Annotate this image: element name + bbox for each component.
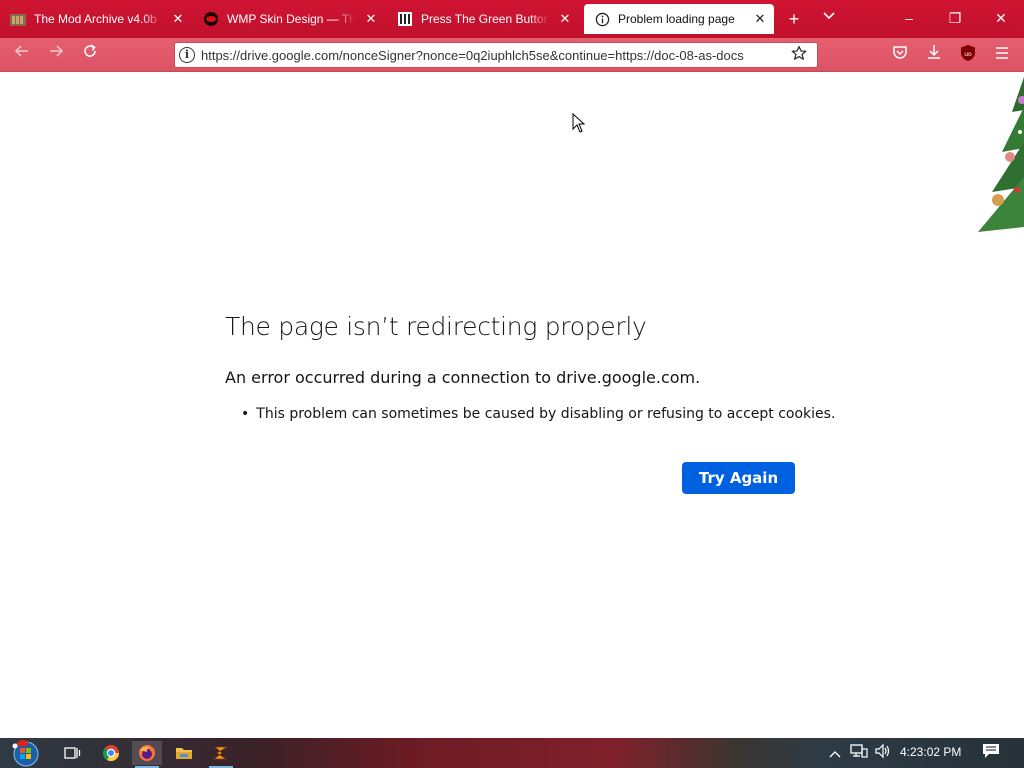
chevron-up-icon — [829, 751, 841, 758]
file-explorer-taskbar-button[interactable] — [169, 741, 199, 765]
tab-title: WMP Skin Design — The S — [227, 12, 355, 26]
ublock-button[interactable]: uo — [957, 44, 979, 66]
firefox-taskbar-button[interactable] — [132, 741, 162, 768]
reload-icon — [84, 44, 96, 57]
taskbar-clock[interactable]: 4:23:02 PM — [900, 745, 961, 759]
info-icon — [594, 11, 610, 27]
close-tab-icon[interactable]: ✕ — [170, 11, 186, 27]
error-page: The page isn’t redirecting properly An e… — [0, 72, 1024, 738]
chrome-taskbar-button[interactable] — [96, 741, 126, 765]
tab-green-button[interactable]: Press The Green Button Sc ✕ — [387, 4, 579, 34]
windows-taskbar: 4:23:02 PM — [0, 738, 1024, 768]
list-all-tabs-button[interactable] — [818, 8, 840, 30]
close-window-button[interactable]: ✕ — [978, 0, 1024, 36]
tab-title: Problem loading page — [618, 12, 735, 26]
minimize-button[interactable]: – — [886, 0, 932, 36]
task-view-button[interactable] — [57, 741, 87, 765]
back-arrow-icon — [14, 45, 28, 57]
reload-button[interactable] — [78, 43, 102, 67]
error-hint-item: This problem can sometimes be caused by … — [241, 406, 835, 422]
svg-text:uo: uo — [964, 51, 972, 58]
firefox-icon — [139, 745, 155, 761]
tab-title: The Mod Archive v4.0b - A — [34, 12, 162, 26]
try-again-button[interactable]: Try Again — [682, 462, 795, 494]
network-icon — [850, 744, 868, 758]
winamp-icon — [212, 746, 229, 760]
bookmark-star-icon[interactable] — [787, 45, 811, 66]
hamburger-menu-icon — [996, 47, 1008, 59]
ublock-origin-icon: uo — [961, 45, 975, 61]
close-tab-icon[interactable]: ✕ — [752, 11, 768, 27]
volume-tray-button[interactable] — [873, 743, 893, 763]
chrome-icon — [102, 745, 120, 762]
show-hidden-icons-button[interactable] — [825, 743, 845, 763]
download-icon — [928, 45, 940, 59]
url-bar[interactable]: i https://drive.google.com/nonceSigner?n… — [174, 42, 818, 68]
forward-arrow-icon — [50, 45, 64, 57]
action-center-button[interactable] — [981, 743, 1001, 763]
winamp-taskbar-button[interactable] — [206, 741, 236, 768]
task-view-icon — [64, 747, 81, 759]
url-text[interactable]: https://drive.google.com/nonceSigner?non… — [201, 48, 787, 63]
mod-archive-icon — [10, 11, 26, 27]
error-title: The page isn’t redirecting properly — [225, 312, 647, 341]
new-tab-button[interactable]: + — [783, 8, 805, 30]
christmas-tree-decoration-icon — [978, 77, 1024, 232]
windows-start-icon — [12, 740, 39, 767]
forward-button[interactable] — [44, 43, 68, 67]
pocket-button[interactable] — [889, 44, 911, 66]
file-explorer-icon — [176, 748, 192, 759]
pocket-icon — [893, 46, 907, 59]
tab-mod-archive[interactable]: The Mod Archive v4.0b - A ✕ — [0, 4, 192, 34]
error-hints-list: This problem can sometimes be caused by … — [241, 406, 835, 422]
tab-strip: The Mod Archive v4.0b - A ✕ WMP Skin Des… — [0, 0, 1024, 38]
tab-wmp-skin[interactable]: WMP Skin Design — The S ✕ — [193, 4, 385, 34]
restore-button[interactable]: ❐ — [932, 0, 978, 36]
site-info-icon[interactable]: i — [179, 47, 195, 63]
notification-icon — [983, 744, 999, 758]
start-button[interactable] — [8, 738, 44, 768]
tab-problem-loading[interactable]: Problem loading page ✕ — [584, 4, 774, 34]
wmp-skin-icon — [203, 11, 219, 27]
museum-icon — [397, 11, 413, 27]
tab-title: Press The Green Button Sc — [421, 12, 549, 26]
downloads-button[interactable] — [923, 44, 945, 66]
close-tab-icon[interactable]: ✕ — [557, 11, 573, 27]
error-description: An error occurred during a connection to… — [225, 368, 701, 387]
network-tray-button[interactable] — [849, 743, 869, 763]
mouse-cursor-icon — [572, 113, 586, 133]
menu-button[interactable] — [991, 44, 1013, 66]
back-button[interactable] — [10, 43, 34, 67]
navigation-toolbar: i https://drive.google.com/nonceSigner?n… — [0, 38, 1024, 72]
chevron-down-icon — [823, 12, 835, 20]
close-tab-icon[interactable]: ✕ — [363, 11, 379, 27]
speaker-icon — [875, 743, 890, 759]
